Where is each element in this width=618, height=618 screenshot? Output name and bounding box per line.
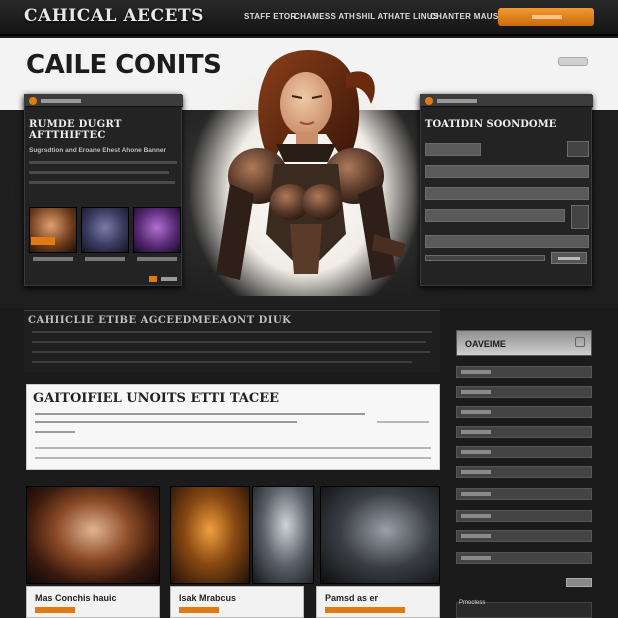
text-line <box>35 447 431 449</box>
text-line <box>35 421 297 423</box>
sidebar-item[interactable] <box>456 446 592 458</box>
gallery-caption-tag <box>35 607 75 613</box>
form-submit-button[interactable] <box>551 252 587 264</box>
form-field-6[interactable] <box>425 255 545 261</box>
panel-dot-icon <box>29 97 37 105</box>
site-logo[interactable]: CAHICAL AECETS <box>24 6 204 26</box>
text-line <box>35 413 365 415</box>
nav-link-3[interactable]: SHIL ATHATE LINUS <box>356 12 439 21</box>
form-side-button[interactable] <box>571 205 589 229</box>
right-panel-title: TOATIDIN SOONDOME <box>425 119 557 130</box>
gallery-image-2[interactable] <box>170 486 250 584</box>
sidebar-footer-label: Pmoctess <box>459 600 486 606</box>
nav-cta-button[interactable] <box>498 8 594 26</box>
gallery-caption-1[interactable]: Mas Conchis hauic <box>26 586 160 618</box>
gallery-caption-title: Isak Mrabcus <box>179 593 237 603</box>
panel-tab <box>421 95 593 107</box>
form-field-4[interactable] <box>425 209 565 222</box>
left-panel-subtitle: Sugrsdtion and Eroane Ehest Ahone Banner <box>29 147 166 154</box>
game-thumbnail-1[interactable] <box>29 207 77 253</box>
sidebar-item-label <box>461 370 491 374</box>
gallery-caption-2[interactable]: Isak Mrabcus <box>170 586 304 618</box>
sidebar-item-label <box>461 410 491 414</box>
thumb-caption <box>137 257 177 261</box>
submit-text-placeholder <box>558 257 580 260</box>
sidebar-item[interactable] <box>456 466 592 478</box>
sidebar-item[interactable] <box>456 552 592 564</box>
hero-toggle-pill[interactable] <box>558 57 588 66</box>
sidebar-item-label <box>461 492 491 496</box>
cta-text-placeholder <box>532 15 562 19</box>
news-section-title: CAHIICLIE ETIBE AGCEEDMEEAONT DIUK <box>28 315 292 326</box>
gallery-image-1[interactable] <box>26 486 160 584</box>
arrow-icon <box>149 276 157 282</box>
nav-link-4[interactable]: CHANTER MAUS <box>430 12 499 21</box>
text-line <box>29 161 177 164</box>
featured-games-panel: RUMDE DUGRT AFTTHIFTEC Sugrsdtion and Er… <box>24 94 183 286</box>
text-line <box>35 431 75 433</box>
game-thumbnail-2[interactable] <box>81 207 129 253</box>
text-line <box>29 181 175 184</box>
form-field-1[interactable] <box>425 143 481 156</box>
thumb-caption <box>33 257 73 261</box>
text-line <box>32 341 426 343</box>
text-line <box>29 171 169 174</box>
sidebar-item-label <box>461 430 491 434</box>
thumb-caption <box>85 257 125 261</box>
article-card: GAITOIFIEL UNOITS ETTI TACEE <box>26 384 440 470</box>
text-line <box>35 457 431 459</box>
sidebar-more-button[interactable] <box>566 578 592 587</box>
text-line <box>32 351 430 353</box>
thumbnail-badge <box>31 237 55 245</box>
more-link[interactable] <box>149 275 179 283</box>
sidebar-item-label <box>461 470 491 474</box>
game-thumbnail-3[interactable] <box>133 207 181 253</box>
sidebar-item[interactable] <box>456 530 592 542</box>
text-line <box>377 421 429 423</box>
panel-tab <box>25 95 183 107</box>
sidebar-item[interactable] <box>456 366 592 378</box>
sidebar-item[interactable] <box>456 488 592 500</box>
form-side-button[interactable] <box>567 141 589 157</box>
gallery-caption-4[interactable]: Pamsd as er <box>316 586 440 618</box>
warrior-character-illustration <box>216 49 406 280</box>
sidebar-item[interactable] <box>456 510 592 522</box>
sidebar-footer: Pmoctess <box>456 600 592 618</box>
text-line <box>32 361 412 363</box>
text-line <box>32 331 432 333</box>
news-section: CAHIICLIE ETIBE AGCEEDMEEAONT DIUK <box>24 310 440 372</box>
sidebar-header: OAVEIME <box>456 330 592 356</box>
sidebar-item-label <box>461 450 491 454</box>
panel-dot-icon <box>425 97 433 105</box>
sidebar-item-label <box>461 390 491 394</box>
left-panel-title: RUMDE DUGRT AFTTHIFTEC <box>29 119 122 141</box>
sidebar-item-label <box>461 556 491 560</box>
nav-link-1[interactable]: STAFF ETOR <box>244 12 296 21</box>
form-field-5[interactable] <box>425 235 589 248</box>
gallery-caption-tag <box>325 607 405 613</box>
article-title: GAITOIFIEL UNOITS ETTI TACEE <box>33 391 280 406</box>
edit-icon[interactable] <box>575 337 585 347</box>
gallery-image-4[interactable] <box>320 486 440 584</box>
gallery-image-3[interactable] <box>252 486 314 584</box>
tab-text-placeholder <box>437 99 477 103</box>
signup-form-panel: TOATIDIN SOONDOME <box>420 94 593 286</box>
sidebar-item[interactable] <box>456 386 592 398</box>
sidebar-item[interactable] <box>456 426 592 438</box>
sidebar-item-label <box>461 534 491 538</box>
gallery-caption-title: Pamsd as er <box>325 593 379 603</box>
gallery-caption-tag <box>179 607 219 613</box>
form-field-3[interactable] <box>425 187 589 200</box>
sidebar-item[interactable] <box>456 406 592 418</box>
gallery-caption-title: Mas Conchis hauic <box>35 593 117 603</box>
tab-text-placeholder <box>41 99 81 103</box>
sidebar-title: OAVEIME <box>465 339 506 349</box>
form-field-2[interactable] <box>425 165 589 178</box>
top-navigation-bar: CAHICAL AECETS STAFF ETOR CHAMESS ATH SH… <box>0 0 618 36</box>
nav-link-2[interactable]: CHAMESS ATH <box>294 12 355 21</box>
sidebar-item-label <box>461 514 491 518</box>
more-text-placeholder <box>161 277 177 281</box>
